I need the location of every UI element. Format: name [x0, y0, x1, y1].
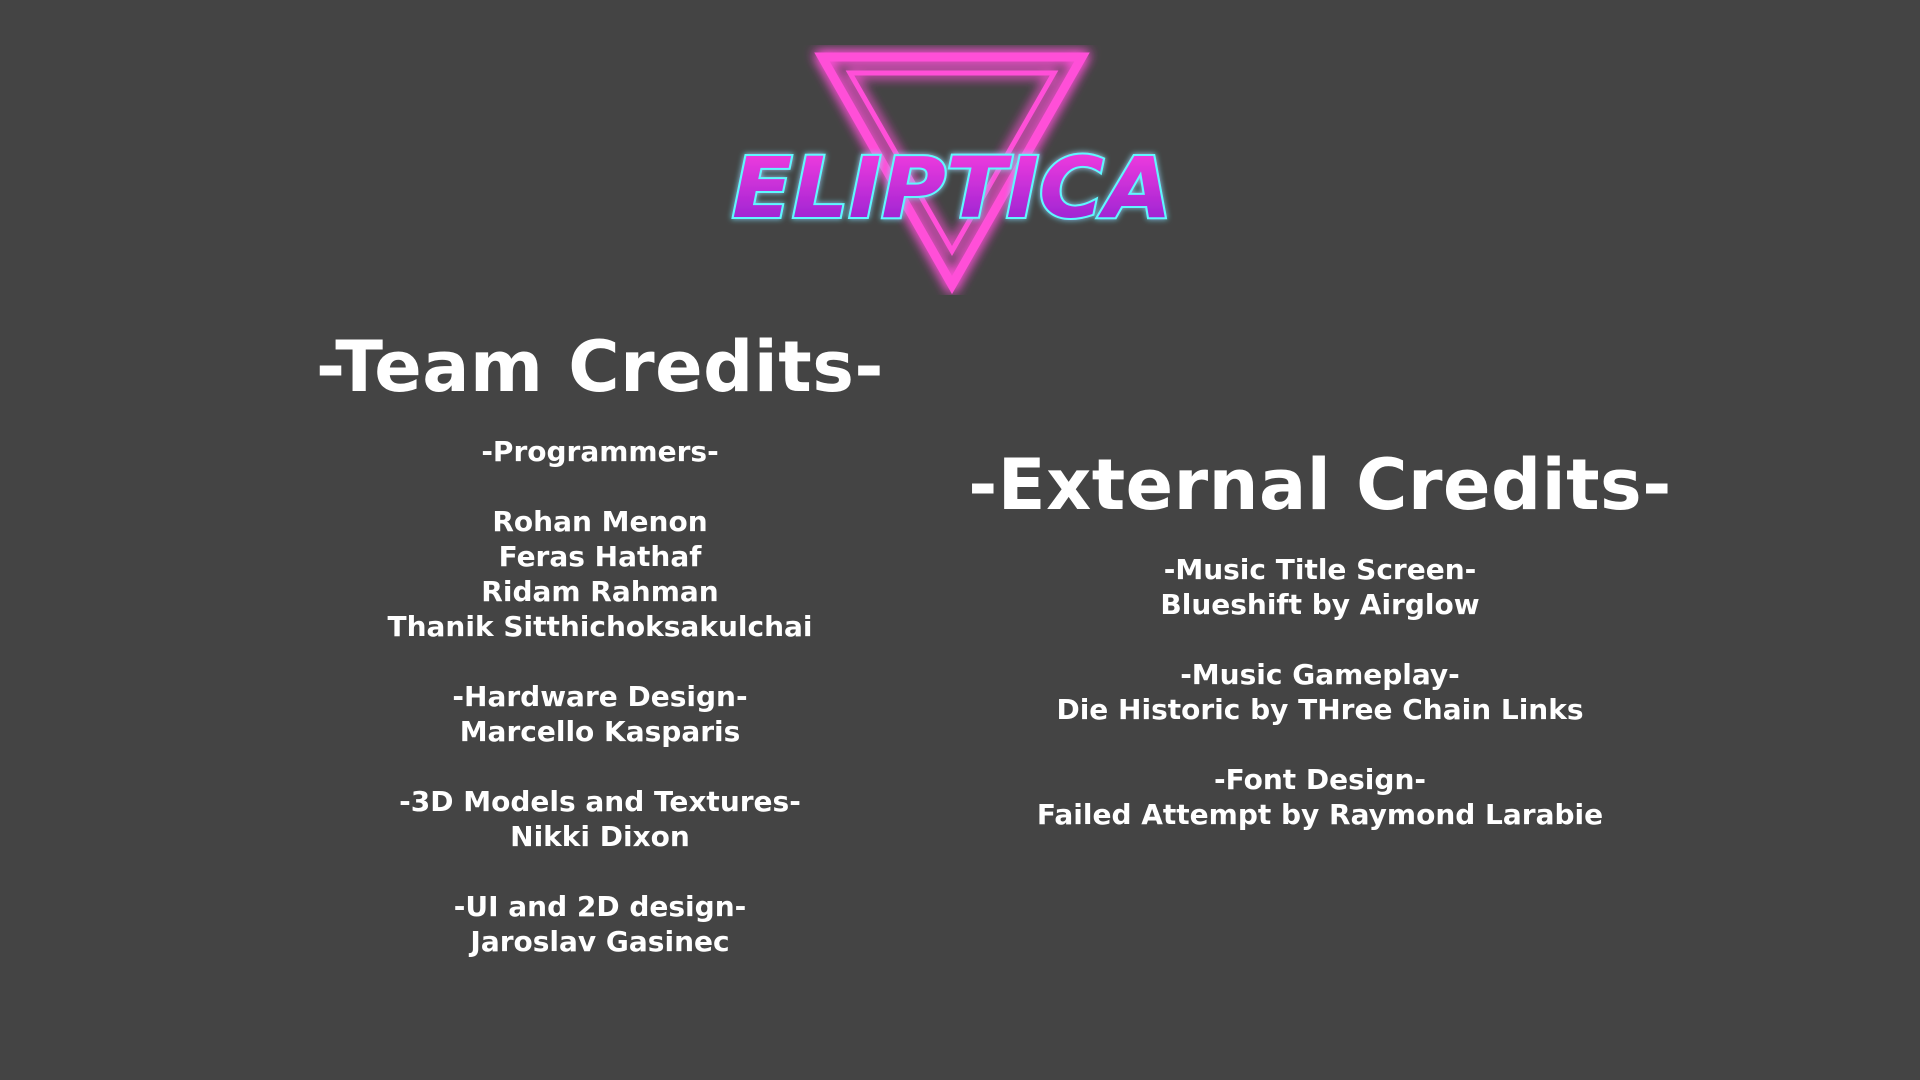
programmer-name: Ridam Rahman — [481, 575, 719, 608]
font-design-group: -Font Design- Failed Attempt by Raymond … — [960, 762, 1680, 832]
programmer-name: Rohan Menon — [492, 505, 708, 538]
font-design-credit: Failed Attempt by Raymond Larabie — [1036, 798, 1604, 831]
programmer-name: Feras Hathaf — [498, 540, 702, 573]
music-title-group: -Music Title Screen- Blueshift by Airglo… — [960, 552, 1680, 622]
ui-design-title: -UI and 2D design- — [453, 890, 747, 923]
programmer-name: Thanik Sitthichoksakulchai — [387, 610, 813, 643]
hardware-title: -Hardware Design- — [452, 680, 748, 713]
programmers-title: -Programmers- — [481, 435, 719, 468]
ui-design-group: -UI and 2D design- Jaroslav Gasinec — [300, 889, 900, 959]
models-title: -3D Models and Textures- — [399, 785, 801, 818]
music-gameplay-credit: Die Historic by THree Chain Links — [1056, 693, 1584, 726]
music-title-credit: Blueshift by Airglow — [1160, 588, 1480, 621]
external-credits-heading: -External Credits- — [968, 444, 1672, 526]
hardware-group: -Hardware Design- Marcello Kasparis — [300, 679, 900, 749]
models-name: Nikki Dixon — [510, 820, 690, 853]
team-credits-section: -Team Credits- -Programmers- Rohan Menon… — [300, 322, 900, 994]
music-gameplay-group: -Music Gameplay- Die Historic by THree C… — [960, 657, 1680, 727]
music-gameplay-label: -Music Gameplay- — [1180, 658, 1460, 691]
music-title-label: -Music Title Screen- — [1163, 553, 1477, 586]
external-credits-section: -External Credits- -Music Title Screen- … — [960, 440, 1680, 867]
logo-wordmark: ELIPTICA — [732, 139, 1172, 237]
ui-design-name: Jaroslav Gasinec — [470, 925, 730, 958]
font-design-label: -Font Design- — [1213, 763, 1426, 796]
hardware-name: Marcello Kasparis — [459, 715, 741, 748]
eliptica-logo: ELIPTICA — [730, 52, 1174, 295]
models-group: -3D Models and Textures- Nikki Dixon — [300, 784, 900, 854]
programmers-group: -Programmers- Rohan Menon Feras Hathaf R… — [300, 434, 900, 644]
team-credits-heading: -Team Credits- — [316, 326, 884, 408]
